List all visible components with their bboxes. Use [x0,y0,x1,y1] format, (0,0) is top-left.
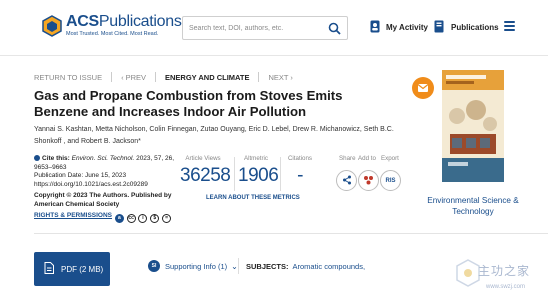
section-label: ENERGY AND CLIMATE [165,72,250,82]
watermark-text: 主功之家 [478,264,531,278]
share-label: Share [339,155,356,162]
search-icon[interactable] [328,22,341,35]
next-link[interactable]: NEXT › [268,73,292,82]
cc-icon: cc [126,214,136,223]
acs-logo[interactable]: ACSPublications Most Trusted. Most Cited… [42,14,182,38]
rights-permissions-link[interactable]: RIGHTS & PERMISSIONS [34,212,112,219]
views-value: 36258 [180,165,231,186]
citations-value: - [297,165,303,186]
cite-journal: Environ. Sci. Technol. [71,155,135,162]
article-title: Gas and Propane Combustion from Stoves E… [34,88,343,119]
chevron-right-icon: › [288,72,293,82]
logo-brand: ACS [66,13,99,30]
publication-date: Publication Date: June 15, 2023 [34,172,127,179]
export-ris-button[interactable]: RIS [380,170,401,191]
supporting-info-label: Supporting Info (1) [165,261,228,271]
hamburger-menu-icon[interactable] [504,21,515,31]
publications-link[interactable]: Publications [434,20,499,35]
cc-by-icon: i [138,214,148,223]
site-header: ACSPublications Most Trusted. Most Cited… [0,0,548,56]
search-box [182,16,348,40]
altmetric-metric[interactable]: Altmetric 1906 [238,155,279,187]
cite-label[interactable]: Cite this: [42,155,70,162]
chevron-left-icon: ‹ [121,72,124,82]
ris-label: RIS [385,177,396,184]
share-icon [342,172,352,190]
prev-label: PREV [125,72,147,82]
subjects-label: SUBJECTS: [246,262,289,271]
pdf-download-button[interactable]: PDF (2 MB) [34,252,110,286]
copyright-text: Copyright © 2023 The Authors. Published … [34,192,172,208]
acs-hexagon-icon [42,15,62,37]
prev-link[interactable]: ‹ PREV [121,73,146,82]
pdf-label: PDF (2 MB) [61,264,104,274]
logo-name: Publications [98,13,182,30]
add-to-label: Add to [358,155,376,162]
open-access-icon: a [114,214,124,223]
article-navigation: RETURN TO ISSUE ‹ PREV ENERGY AND CLIMATE… [34,72,293,82]
return-to-issue-link[interactable]: RETURN TO ISSUE [34,73,102,82]
export-label: Export [381,155,399,162]
citations-metric[interactable]: Citations - [284,155,316,187]
views-label: Article Views [185,155,221,162]
citations-label: Citations [287,155,313,162]
learn-metrics-link[interactable]: LEARN ABOUT THESE METRICS [206,195,300,201]
divider [34,233,548,234]
my-activity-label: My Activity [386,23,428,32]
cite-icon [34,155,40,161]
publications-label: Publications [451,23,499,32]
pdf-icon [44,262,54,276]
logo-tagline: Most Trusted. Most Cited. Most Read. [66,31,159,37]
book-icon [434,20,445,35]
si-badge: SI [148,260,160,272]
watermark-url: www.swzj.com [486,284,526,290]
cc-nd-icon: = [162,214,172,223]
my-activity-link[interactable]: My Activity [370,20,428,35]
views-metric[interactable]: Article Views 36258 [180,155,231,187]
journal-name-link[interactable]: Environmental Science & Technology [416,195,530,217]
author-list[interactable]: Yannai S. Kashtan, Metta Nicholson, Coli… [34,124,414,148]
cc-nc-icon: $ [150,214,160,223]
journal-cover-image[interactable] [442,70,504,182]
altmetric-label: Altmetric [243,155,269,162]
altmetric-value: 1906 [238,165,279,186]
subjects-row: SUBJECTS: Aromatic compounds, [246,262,365,271]
chevron-down-icon: ⌄ [231,261,238,271]
search-input[interactable] [189,21,319,36]
share-button[interactable] [336,170,357,191]
user-badge-icon [370,20,380,35]
citation-block: Cite this: Environ. Sci. Technol. 2023, … [34,155,176,223]
alert-icon[interactable] [412,77,434,99]
add-to-library-icon [363,172,374,190]
add-to-button[interactable] [358,170,379,191]
doi-link[interactable]: https://doi.org/10.1021/acs.est.2c09289 [34,181,176,190]
next-label: NEXT [268,72,289,82]
subject-tag[interactable]: Aromatic compounds, [293,262,366,271]
supporting-info-link[interactable]: SI Supporting Info (1) ⌄ [148,260,238,272]
